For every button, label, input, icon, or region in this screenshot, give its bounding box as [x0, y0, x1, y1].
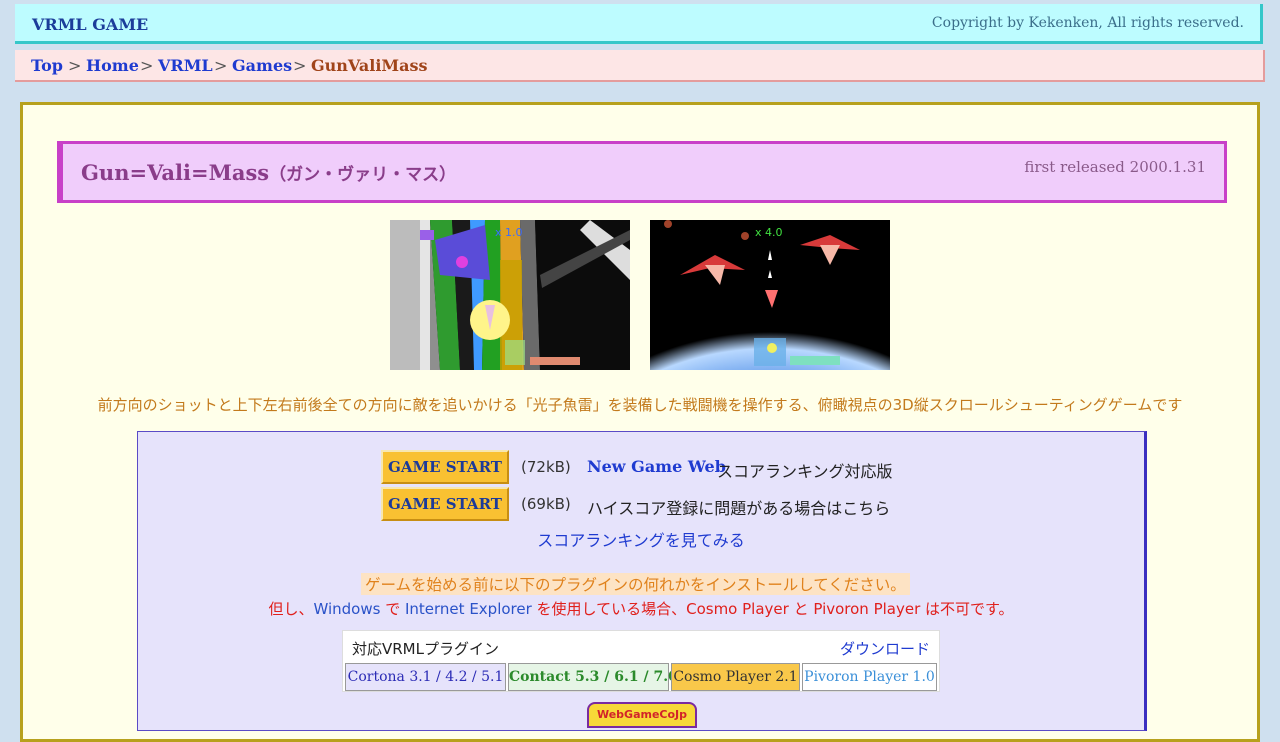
warning-text: は不可です。 [920, 600, 1014, 618]
game-title-kana: （ガン・ヴァリ・マス） [269, 165, 457, 185]
plugin-pivoron-player[interactable]: Pivoron Player 1.0 [802, 663, 937, 691]
breadcrumb-separator: > [214, 56, 228, 75]
score-multiplier: x 4.0 [755, 226, 783, 239]
game-description: 前方向のショットと上下左右前後全ての方向に敵を追いかける「光子魚雷」を装備した戦… [97, 396, 1183, 414]
breadcrumb-vrml[interactable]: VRML [158, 56, 213, 75]
plugin-cortona[interactable]: Cortona 3.1 / 4.2 / 5.1 [345, 663, 506, 691]
game-title-box: Gun=Vali=Mass（ガン・ヴァリ・マス） first released … [57, 141, 1227, 203]
plugin-warning: 但し、Windows で Internet Explorer を使用している場合… [138, 598, 1144, 619]
breadcrumb-separator: > [293, 56, 307, 75]
warning-text: と [788, 600, 814, 618]
breadcrumb-separator: > [140, 56, 154, 75]
download-link[interactable]: ダウンロード [840, 638, 930, 659]
webgame-badge[interactable]: WebGameCoJp [587, 702, 697, 728]
warning-text: で [380, 600, 405, 618]
game-title-main: Gun=Vali=Mass [81, 160, 270, 185]
warning-cosmo: Cosmo Player [686, 600, 789, 618]
breadcrumb-top[interactable]: Top [31, 56, 63, 75]
site-header: VRML GAME Copyright by Kekenken, All rig… [15, 4, 1263, 44]
play-panel: GAME START (72kB) New Game Web スコアランキング対… [137, 431, 1147, 731]
copyright-text: Copyright by Kekenken, All rights reserv… [931, 15, 1244, 31]
ranking-version-note: スコアランキング対応版 [717, 462, 893, 481]
plugin-cosmo-player[interactable]: Cosmo Player 2.1 [671, 663, 800, 691]
file-size-1: (72kB) [521, 458, 571, 476]
game-title: Gun=Vali=Mass（ガン・ヴァリ・マス） [81, 160, 456, 185]
game-start-button-2[interactable]: GAME START [381, 487, 509, 521]
plugin-table-header: 対応VRMLプラグイン [352, 640, 499, 658]
warning-ie: Internet Explorer [404, 600, 532, 618]
game-start-button-1[interactable]: GAME START [381, 450, 509, 484]
warning-text: 但し、 [268, 600, 314, 618]
new-game-web-link[interactable]: New Game Web [587, 457, 726, 476]
release-date: first released 2000.1.31 [1024, 158, 1206, 176]
warning-windows: Windows [313, 600, 381, 618]
plugin-notice: ゲームを始める前に以下のプラグインの何れかをインストールしてください。 [361, 573, 910, 595]
highscore-problem-note: ハイスコア登録に問題がある場合はこちら [587, 499, 891, 518]
breadcrumb-home[interactable]: Home [86, 56, 139, 75]
warning-text: を使用している場合、 [531, 600, 687, 618]
warning-pivoron: Pivoron Player [813, 600, 921, 618]
screenshot-2: x 4.0 [650, 220, 890, 370]
score-ranking-link[interactable]: スコアランキングを見てみる [138, 527, 1144, 551]
breadcrumb-current: GunValiMass [311, 56, 428, 75]
plugin-table: 対応VRMLプラグイン ダウンロード Cortona 3.1 / 4.2 / 5… [342, 630, 940, 692]
breadcrumb-games[interactable]: Games [232, 56, 292, 75]
plugin-contact[interactable]: Contact 5.3 / 6.1 / 7.0 [508, 663, 678, 691]
breadcrumb-separator: > [68, 56, 82, 75]
site-title: VRML GAME [32, 15, 149, 34]
breadcrumb: Top > Home > VRML > Games > GunValiMass [15, 50, 1265, 82]
main-content: Gun=Vali=Mass（ガン・ヴァリ・マス） first released … [20, 102, 1260, 742]
score-multiplier: x 1.0 [495, 226, 523, 239]
screenshot-1: x 1.0 [390, 220, 630, 370]
file-size-2: (69kB) [521, 495, 571, 513]
